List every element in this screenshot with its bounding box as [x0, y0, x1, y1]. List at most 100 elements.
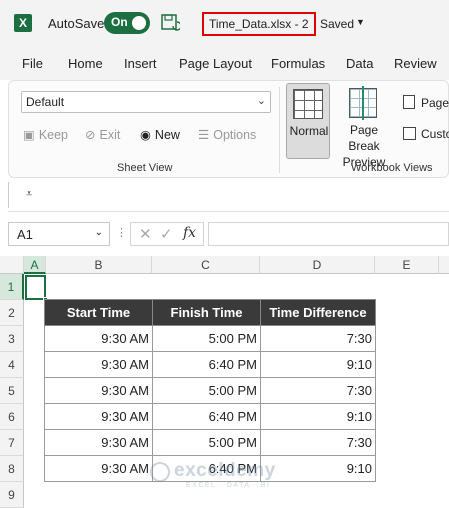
row-header-7[interactable]: 7	[0, 430, 24, 456]
table-header-row: Start Time Finish Time Time Difference	[44, 299, 376, 326]
table-row: 9:30 AM 5:00 PM 7:30	[44, 429, 376, 456]
exceldemy-logo-icon	[150, 462, 170, 482]
cell-start-time[interactable]: 9:30 AM	[44, 377, 153, 404]
custom-views-icon[interactable]	[403, 127, 416, 140]
qat-separator	[8, 182, 9, 208]
page-layout-icon[interactable]	[403, 95, 415, 109]
cell-start-time[interactable]: 9:30 AM	[44, 325, 153, 352]
saved-status[interactable]: Saved	[320, 17, 354, 31]
formula-controls: ✕ ✓ fx	[130, 222, 204, 246]
table-row: 9:30 AM 5:00 PM 7:30	[44, 377, 376, 404]
header-start-time[interactable]: Start Time	[44, 299, 153, 326]
customize-qat-icon[interactable]: ⩡	[26, 188, 32, 201]
column-header-e[interactable]: E	[375, 256, 439, 274]
column-header-d[interactable]: D	[260, 256, 375, 274]
cell-finish-time[interactable]: 6:40 PM	[152, 351, 261, 378]
time-table: Start Time Finish Time Time Difference 9…	[44, 299, 376, 482]
autosave-toggle[interactable]: On	[104, 12, 150, 34]
group-label-sheet-view: Sheet View	[117, 162, 173, 174]
cell-finish-time[interactable]: 6:40 PM	[152, 403, 261, 430]
page-break-line	[362, 86, 364, 120]
table-row: 9:30 AM 6:40 PM 9:10	[44, 351, 376, 378]
cell-time-difference[interactable]: 9:10	[260, 351, 376, 378]
column-headers: A B C D E	[0, 256, 449, 274]
ribbon-tabs: File Home Insert Page Layout Formulas Da…	[0, 46, 449, 80]
cell-finish-time[interactable]: 5:00 PM	[152, 377, 261, 404]
row-header-8[interactable]: 8	[0, 456, 24, 482]
normal-view-icon	[293, 89, 323, 119]
keep-icon: ▣	[23, 128, 35, 142]
tab-insert[interactable]: Insert	[124, 56, 157, 71]
filename[interactable]: Time_Data.xlsx - 2	[202, 12, 316, 36]
name-box[interactable]: A1 ⌄	[8, 222, 110, 246]
sheet-view-value: Default	[26, 95, 65, 109]
save-sync-icon[interactable]	[160, 13, 180, 33]
autosave-label: AutoSave	[48, 16, 105, 31]
column-header-b[interactable]: B	[46, 256, 152, 274]
header-finish-time[interactable]: Finish Time	[152, 299, 261, 326]
row-header-9[interactable]: 9	[0, 482, 24, 508]
new-view-button[interactable]: ◉ New	[140, 127, 180, 142]
tab-review[interactable]: Review	[394, 56, 437, 71]
eye-icon: ◉	[140, 128, 151, 142]
group-label-workbook-views: Workbook Views	[351, 162, 433, 174]
toggle-knob	[132, 16, 146, 30]
row-header-2[interactable]: 2	[0, 300, 24, 326]
row-header-3[interactable]: 3	[0, 326, 24, 352]
header-time-difference[interactable]: Time Difference	[260, 299, 376, 326]
formula-input[interactable]	[208, 222, 449, 246]
title-bar: X AutoSave On Time_Data.xlsx - 2 Saved ▼	[0, 0, 449, 46]
sheet-view-select[interactable]: Default ⌄	[21, 91, 271, 113]
column-header-c[interactable]: C	[152, 256, 260, 274]
cell-finish-time[interactable]: 5:00 PM	[152, 325, 261, 352]
chevron-down-icon[interactable]: ⌄	[95, 227, 103, 238]
column-header-a[interactable]: A	[24, 256, 46, 274]
tab-formulas[interactable]: Formulas	[271, 56, 325, 71]
normal-view-button[interactable]: Normal	[286, 83, 330, 159]
custom-views-button[interactable]: Custo	[421, 127, 449, 141]
quick-access-toolbar: ⩡	[8, 178, 449, 212]
exceldemy-watermark: exceldemy EXCEL · DATA · BI	[150, 458, 300, 490]
tab-data[interactable]: Data	[346, 56, 373, 71]
selected-cell-a1[interactable]	[25, 275, 48, 302]
ribbon-divider	[279, 87, 280, 173]
select-all-corner[interactable]	[0, 256, 24, 274]
cell-start-time[interactable]: 9:30 AM	[44, 351, 153, 378]
insert-function-icon[interactable]: fx	[183, 225, 196, 241]
cancel-icon[interactable]: ✕	[139, 225, 152, 243]
chevron-down-icon: ⌄	[256, 95, 266, 107]
row-header-4[interactable]: 4	[0, 352, 24, 378]
cell-start-time[interactable]: 9:30 AM	[44, 403, 153, 430]
cell-finish-time[interactable]: 5:00 PM	[152, 429, 261, 456]
excel-icon[interactable]: X	[14, 14, 32, 32]
options-button[interactable]: ☰ Options	[198, 127, 256, 142]
autosave-state: On	[111, 15, 128, 29]
exit-icon: ⊘	[85, 128, 96, 142]
chevron-down-icon[interactable]: ▼	[356, 17, 365, 27]
enter-icon[interactable]: ✓	[160, 225, 173, 243]
table-row: 9:30 AM 5:00 PM 7:30	[44, 325, 376, 352]
exit-button[interactable]: ⊘ Exit	[85, 127, 120, 142]
tab-page-layout[interactable]: Page Layout	[179, 56, 252, 71]
row-header-5[interactable]: 5	[0, 378, 24, 404]
normal-view-label: Normal	[289, 124, 329, 138]
cell-time-difference[interactable]: 9:10	[260, 403, 376, 430]
row-header-6[interactable]: 6	[0, 404, 24, 430]
watermark-tagline: EXCEL · DATA · BI	[186, 482, 271, 489]
cell-start-time[interactable]: 9:30 AM	[44, 429, 153, 456]
tab-home[interactable]: Home	[68, 56, 103, 71]
more-icon[interactable]: ⋮	[116, 226, 127, 239]
cell-time-difference[interactable]: 7:30	[260, 429, 376, 456]
ribbon-view: Default ⌄ ▣ Keep ⊘ Exit ◉ New ☰ Options Shee…	[8, 80, 449, 178]
watermark-name: exceldemy	[174, 460, 276, 481]
page-layout-button[interactable]: Page	[421, 96, 449, 110]
cell-start-time[interactable]: 9:30 AM	[44, 455, 153, 482]
cell-time-difference[interactable]: 7:30	[260, 377, 376, 404]
list-icon: ☰	[198, 128, 210, 142]
tab-file[interactable]: File	[22, 56, 43, 71]
row-header-1[interactable]: 1	[0, 274, 24, 300]
name-box-value: A1	[17, 227, 33, 242]
keep-button[interactable]: ▣ Keep	[23, 127, 68, 142]
cell-time-difference[interactable]: 7:30	[260, 325, 376, 352]
table-row: 9:30 AM 6:40 PM 9:10	[44, 403, 376, 430]
